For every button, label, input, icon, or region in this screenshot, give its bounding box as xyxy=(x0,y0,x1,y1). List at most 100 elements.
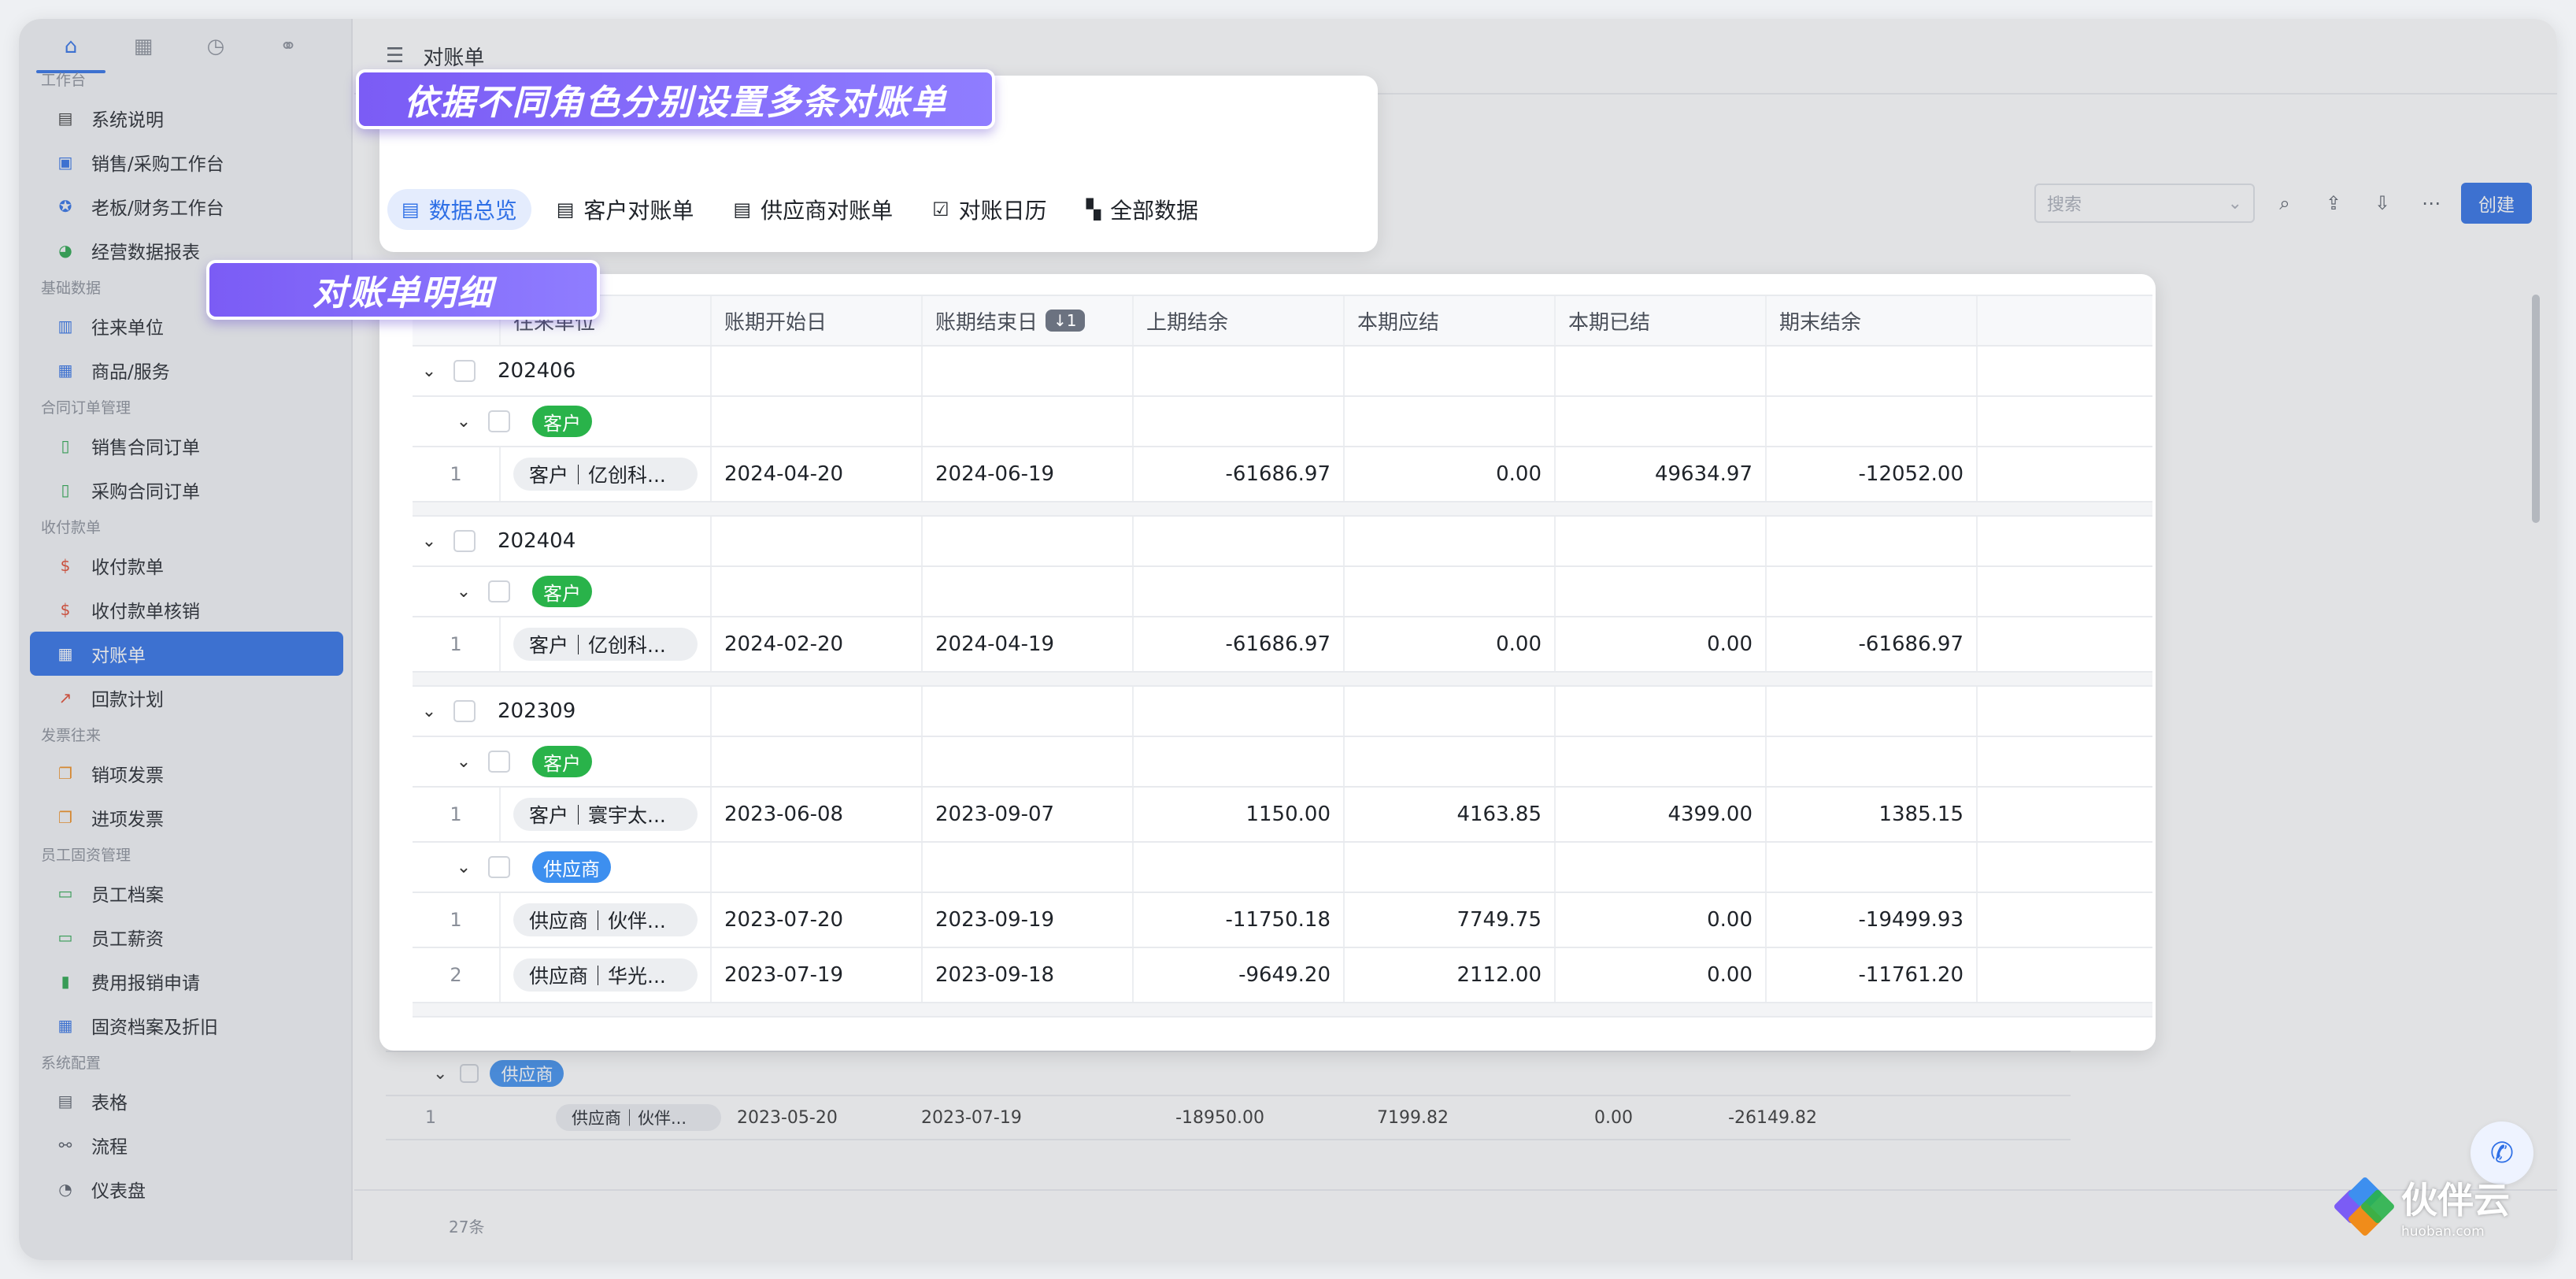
table-icon: ▤ xyxy=(733,198,752,221)
column-header-label: 账期开始日 xyxy=(724,310,827,335)
paid-cell: 49634.97 xyxy=(1556,447,1767,501)
tab-label: 供应商对账单 xyxy=(761,198,894,224)
unit-pill[interactable]: 客户｜寰宇太... xyxy=(513,798,698,831)
empty-cell xyxy=(923,687,1134,736)
chevron-down-icon[interactable]: ⌄ xyxy=(420,361,438,381)
unit-pill[interactable]: 供应商｜华光... xyxy=(513,958,698,992)
closing-balance-cell: -61686.97 xyxy=(1767,617,1978,671)
empty-cell xyxy=(1978,447,2156,501)
empty-cell xyxy=(1978,617,2156,671)
empty-cell xyxy=(1978,737,2156,786)
chevron-down-icon[interactable]: ⌄ xyxy=(455,858,472,877)
group-separator xyxy=(413,502,2152,517)
closing-balance-cell: -19499.93 xyxy=(1767,893,1978,947)
checkbox[interactable] xyxy=(488,751,510,773)
checkbox[interactable] xyxy=(453,530,476,552)
grid4-icon: ▚ xyxy=(1086,198,1101,221)
row-number: 1 xyxy=(450,909,462,931)
paid-cell: 0.00 xyxy=(1556,948,1767,1002)
tab[interactable]: ☑ 对账日历 xyxy=(918,189,1061,230)
empty-cell xyxy=(1345,347,1556,395)
empty-cell xyxy=(1978,347,2156,395)
table-row[interactable]: 1 客户｜亿创科... 2024-02-20 2024-04-19 -61686.97 0… xyxy=(413,617,2152,673)
checkbox[interactable] xyxy=(488,580,510,602)
table-icon: ▤ xyxy=(556,198,575,221)
due-cell: 7749.75 xyxy=(1345,893,1556,947)
group-separator xyxy=(413,673,2152,687)
start-date-cell: 2023-07-20 xyxy=(712,893,923,947)
chevron-down-icon[interactable]: ⌄ xyxy=(420,532,438,551)
empty-cell xyxy=(712,687,923,736)
empty-cell xyxy=(712,517,923,565)
empty-cell xyxy=(1345,567,1556,616)
start-date-cell: 2023-06-08 xyxy=(712,788,923,841)
empty-cell xyxy=(1134,397,1345,446)
unit-pill[interactable]: 客户｜亿创科... xyxy=(513,628,698,661)
tab-label: 全部数据 xyxy=(1110,198,1199,224)
empty-cell xyxy=(1556,737,1767,786)
due-cell: 0.00 xyxy=(1345,617,1556,671)
end-date-cell: 2024-06-19 xyxy=(923,447,1134,501)
tab[interactable]: ▤ 数据总览 xyxy=(387,189,531,230)
subgroup-cell: ⌄ 客户 xyxy=(413,397,712,446)
column-header: 上期结余 xyxy=(1134,296,1345,345)
empty-cell xyxy=(1134,843,1345,892)
empty-cell xyxy=(712,737,923,786)
empty-cell xyxy=(923,397,1134,446)
row-number-cell: 1 xyxy=(413,447,501,501)
chevron-down-icon[interactable]: ⌄ xyxy=(455,412,472,432)
table-row[interactable]: 1 供应商｜伙伴... 2023-07-20 2023-09-19 -11750.18 7… xyxy=(413,893,2152,948)
empty-cell xyxy=(1556,347,1767,395)
table-row[interactable]: 2 供应商｜华光... 2023-07-19 2023-09-18 -9649.20 21… xyxy=(413,948,2152,1003)
paid-cell: 4399.00 xyxy=(1556,788,1767,841)
sort-badge[interactable]: ↓1 xyxy=(1046,310,1085,332)
detail-card: 往来单位 账期开始日 账期结束日 ↓1 上期结余 本期应结 本期已结 期末结余 ⌄ 202406 ⌄… xyxy=(379,274,2156,1051)
checkbox[interactable] xyxy=(453,700,476,722)
unit-pill[interactable]: 客户｜亿创科... xyxy=(513,458,698,491)
subgroup-row: ⌄ 客户 xyxy=(413,567,2152,617)
empty-cell xyxy=(1767,843,1978,892)
due-cell: 4163.85 xyxy=(1345,788,1556,841)
empty-cell xyxy=(1978,517,2156,565)
due-cell: 0.00 xyxy=(1345,447,1556,501)
empty-cell xyxy=(1134,517,1345,565)
empty-cell xyxy=(1134,347,1345,395)
chevron-down-icon[interactable]: ⌄ xyxy=(455,582,472,602)
empty-cell xyxy=(1556,843,1767,892)
column-header: 期末结余 xyxy=(1767,296,1978,345)
chevron-down-icon[interactable]: ⌄ xyxy=(420,702,438,721)
table-row[interactable]: 1 客户｜亿创科... 2024-04-20 2024-06-19 -61686.97 0… xyxy=(413,447,2152,502)
prev-balance-cell: -61686.97 xyxy=(1134,617,1345,671)
checkbox[interactable] xyxy=(488,856,510,878)
checkbox[interactable] xyxy=(453,360,476,382)
unit-pill[interactable]: 供应商｜伙伴... xyxy=(513,903,698,936)
prev-balance-cell: 1150.00 xyxy=(1134,788,1345,841)
checkbox[interactable] xyxy=(488,410,510,432)
row-number-cell: 2 xyxy=(413,948,501,1002)
empty-cell xyxy=(1134,687,1345,736)
closing-balance-cell: 1385.15 xyxy=(1767,788,1978,841)
tab[interactable]: ▤ 供应商对账单 xyxy=(719,189,907,230)
group-cell: ⌄ 202404 xyxy=(413,517,712,565)
prev-balance-cell: -11750.18 xyxy=(1134,893,1345,947)
chevron-down-icon[interactable]: ⌄ xyxy=(455,752,472,772)
subgroup-row: ⌄ 供应商 xyxy=(413,843,2152,893)
unit-cell: 客户｜亿创科... xyxy=(501,447,712,501)
empty-cell xyxy=(1978,948,2156,1002)
row-number: 1 xyxy=(450,803,462,825)
subgroup-row: ⌄ 客户 xyxy=(413,397,2152,447)
tab[interactable]: ▤ 客户对账单 xyxy=(542,189,709,230)
end-date-cell: 2023-09-19 xyxy=(923,893,1134,947)
brand-mark-icon xyxy=(2333,1176,2396,1237)
tab[interactable]: ▚ 全部数据 xyxy=(1072,189,1212,230)
table-row[interactable]: 1 客户｜寰宇太... 2023-06-08 2023-09-07 1150.00 416… xyxy=(413,788,2152,843)
table-icon: ▤ xyxy=(402,198,420,221)
row-number-cell: 1 xyxy=(413,788,501,841)
empty-cell xyxy=(1556,687,1767,736)
empty-cell xyxy=(712,347,923,395)
end-date-cell: 2023-09-18 xyxy=(923,948,1134,1002)
empty-cell xyxy=(1556,397,1767,446)
row-number-cell: 1 xyxy=(413,893,501,947)
empty-cell xyxy=(1767,397,1978,446)
empty-cell xyxy=(1978,843,2156,892)
